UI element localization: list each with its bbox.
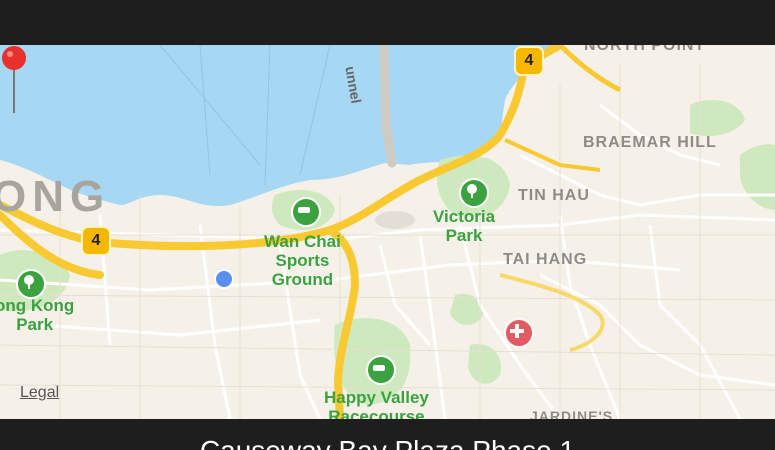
district-label-large: ONG xyxy=(0,172,111,221)
metro-station-icon[interactable] xyxy=(214,269,234,289)
happy-valley-racecourse-label[interactable]: Happy Valley Racecourse xyxy=(324,388,429,419)
victoria-park-icon[interactable] xyxy=(459,178,489,208)
district-jardines-label: JARDINE'S xyxy=(530,408,614,419)
park-name-line: Ground xyxy=(271,270,334,289)
park-name-line: Happy Valley xyxy=(324,388,429,407)
location-pin-icon[interactable] xyxy=(0,45,28,115)
victoria-park-label[interactable]: Victoria Park xyxy=(433,207,495,245)
district-tai-hang: TAI HANG xyxy=(503,251,588,268)
park-name-line: Sports xyxy=(275,251,330,270)
route-4-shield: 4 xyxy=(81,226,111,256)
hospital-icon[interactable] xyxy=(504,318,534,348)
district-north-point: NORTH POINT xyxy=(584,45,706,54)
place-title: Causeway Bay Plaza Phase 1 xyxy=(0,435,775,450)
park-name-line: Wan Chai xyxy=(264,232,341,251)
hong-kong-park-label[interactable]: ong Kong Park xyxy=(0,296,74,334)
sports-ground-icon[interactable] xyxy=(291,197,321,227)
district-tin-hau: TIN HAU xyxy=(518,187,590,204)
park-name-line: Park xyxy=(445,226,483,245)
racecourse-icon[interactable] xyxy=(366,355,396,385)
map-view[interactable]: ONG NORTH POINT BRAEMAR HILL TIN HAU TAI… xyxy=(0,45,775,419)
wan-chai-sports-ground-label[interactable]: Wan Chai Sports Ground xyxy=(264,232,341,289)
district-braemar-hill: BRAEMAR HILL xyxy=(583,134,717,151)
legal-link[interactable]: Legal xyxy=(20,384,59,402)
park-name-line: ong Kong xyxy=(0,296,75,315)
hong-kong-park-icon[interactable] xyxy=(16,269,46,299)
park-name-line: Park xyxy=(16,315,54,334)
route-4-shield: 4 xyxy=(514,46,544,76)
park-name-line: Racecourse xyxy=(328,407,425,419)
bottom-bar: Causeway Bay Plaza Phase 1 xyxy=(0,419,775,450)
park-name-line: Victoria xyxy=(433,207,496,226)
pin-shadow xyxy=(375,211,415,229)
top-bar xyxy=(0,0,775,45)
